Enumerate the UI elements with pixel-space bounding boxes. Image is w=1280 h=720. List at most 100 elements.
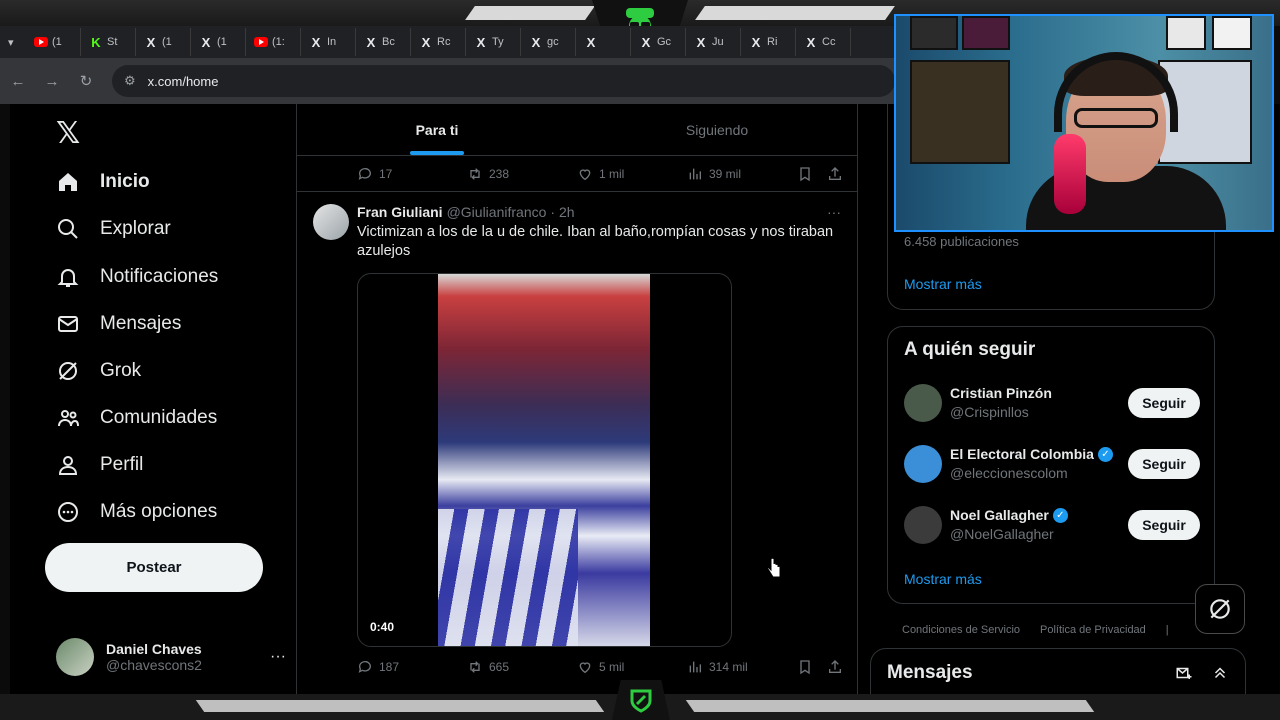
- browser-tab[interactable]: (1:: [246, 28, 301, 56]
- privacy-link[interactable]: Política de Privacidad: [1040, 624, 1146, 636]
- browser-tab-label: gc: [547, 36, 559, 48]
- like-button[interactable]: 1 mil: [577, 166, 687, 182]
- tweet-author-avatar[interactable]: [313, 204, 349, 240]
- browser-tab-label: St: [107, 36, 118, 48]
- bookmark-icon[interactable]: [797, 166, 813, 182]
- reply-icon: [358, 167, 371, 180]
- views-button[interactable]: 39 mil: [687, 166, 797, 182]
- sidebar-item-mensajes[interactable]: Mensajes: [56, 312, 181, 336]
- show-more-link[interactable]: Mostrar más: [904, 571, 982, 587]
- avatar[interactable]: [904, 445, 942, 483]
- browser-tab[interactable]: X Rc: [411, 28, 466, 56]
- browser-tab[interactable]: (1: [26, 28, 81, 56]
- x-logo-icon[interactable]: 𝕏: [56, 116, 80, 151]
- bell-icon: [56, 265, 80, 289]
- follow-button[interactable]: Seguir: [1128, 388, 1200, 418]
- browser-tab[interactable]: X Cc: [796, 28, 851, 56]
- repost-button[interactable]: 238: [467, 166, 577, 182]
- reload-icon[interactable]: ↻: [78, 72, 94, 90]
- tweet-author-handle[interactable]: @Giulianifranco: [447, 204, 547, 220]
- account-switcher[interactable]: Daniel Chaves @chavescons2 ···: [56, 636, 286, 678]
- suggestion-name[interactable]: El Electoral Colombia: [950, 445, 1094, 464]
- sidebar-item-perfil[interactable]: Perfil: [56, 453, 143, 477]
- browser-tab[interactable]: X Ju: [686, 28, 741, 56]
- sidebar-item-label: Comunidades: [100, 407, 218, 428]
- reply-count: 187: [379, 660, 400, 674]
- like-count: 1 mil: [599, 166, 625, 181]
- reply-button[interactable]: 17: [357, 166, 467, 182]
- browser-tab[interactable]: X Ri: [741, 28, 796, 56]
- x-logo-icon: X: [146, 34, 156, 50]
- tweet-time[interactable]: · 2h: [550, 204, 574, 220]
- video-frame: [438, 274, 650, 646]
- suggestion-name[interactable]: Noel Gallagher: [950, 506, 1049, 525]
- tweet-more-icon[interactable]: ···: [827, 204, 841, 220]
- browser-tab[interactable]: X Gc: [631, 28, 686, 56]
- back-arrow-icon[interactable]: ←: [10, 73, 26, 90]
- heart-icon: [579, 168, 591, 180]
- views-button[interactable]: 314 mil: [687, 659, 797, 675]
- sidebar-item-explorar[interactable]: Explorar: [56, 217, 171, 241]
- x-logo-icon: X: [366, 34, 376, 50]
- browser-tab[interactable]: X Bc: [356, 28, 411, 56]
- browser-tab[interactable]: X In: [301, 28, 356, 56]
- repost-count: 238: [489, 166, 510, 181]
- sidebar-item-inicio[interactable]: Inicio: [56, 170, 150, 194]
- address-bar[interactable]: ⚙ x.com/home: [112, 65, 895, 97]
- bookmark-icon[interactable]: [797, 659, 813, 675]
- x-logo-icon: X: [586, 34, 596, 50]
- browser-tab[interactable]: X (1: [191, 28, 246, 56]
- avatar[interactable]: [904, 506, 942, 544]
- previous-tweet-actions: 17 238 1 mil 39 mil: [297, 156, 857, 192]
- who-to-follow-card: A quién seguir Cristian Pinzón @Crispinll…: [887, 326, 1215, 604]
- follow-suggestion[interactable]: Cristian Pinzón @Crispinllos Seguir: [904, 381, 1200, 425]
- reply-count: 17: [379, 166, 393, 181]
- sidebar-item-comunidades[interactable]: Comunidades: [56, 406, 217, 430]
- like-button[interactable]: 5 mil: [577, 659, 687, 675]
- sidebar-item-mas[interactable]: Más opciones: [56, 500, 217, 524]
- expand-chevron-icon[interactable]: [1211, 664, 1229, 682]
- timeline-tabs: Para ti Siguiendo: [297, 104, 857, 156]
- show-more-link[interactable]: Mostrar más: [904, 276, 982, 292]
- forward-arrow-icon[interactable]: →: [44, 73, 60, 90]
- grok-floating-button[interactable]: [1195, 584, 1245, 634]
- browser-tab[interactable]: K St: [81, 28, 136, 56]
- views-count: 314 mil: [709, 660, 748, 674]
- browser-tab[interactable]: X Ty: [466, 28, 521, 56]
- follow-button[interactable]: Seguir: [1128, 510, 1200, 540]
- sidebar-item-notificaciones[interactable]: Notificaciones: [56, 265, 218, 289]
- reply-button[interactable]: 187: [357, 659, 467, 675]
- repost-icon: [470, 661, 480, 673]
- new-message-icon[interactable]: [1175, 664, 1193, 682]
- repost-icon: [470, 167, 480, 180]
- tab-list-chevron-icon[interactable]: ▾: [8, 36, 26, 49]
- browser-tab-label: Rc: [437, 36, 451, 48]
- site-settings-icon[interactable]: ⚙: [124, 73, 136, 89]
- share-icon[interactable]: [827, 659, 843, 675]
- glasses: [1074, 108, 1158, 128]
- post-button[interactable]: Postear: [45, 543, 263, 592]
- repost-button[interactable]: 665: [467, 659, 577, 675]
- tab-siguiendo[interactable]: Siguiendo: [577, 104, 857, 155]
- more-circle-icon: [56, 500, 80, 524]
- share-icon[interactable]: [827, 166, 843, 182]
- tab-para-ti[interactable]: Para ti: [297, 104, 577, 155]
- browser-tab[interactable]: X: [576, 28, 631, 56]
- avatar: [56, 638, 94, 676]
- browser-tab[interactable]: Xgc: [521, 28, 576, 56]
- avatar[interactable]: [904, 384, 942, 422]
- browser-tab[interactable]: X (1: [136, 28, 191, 56]
- browser-tab-label: In: [327, 36, 337, 48]
- follow-button[interactable]: Seguir: [1128, 449, 1200, 479]
- tweet-video[interactable]: 0:40: [357, 273, 732, 647]
- x-logo-icon: X: [751, 34, 761, 50]
- tweet-author-name[interactable]: Fran Giuliani: [357, 204, 443, 220]
- terms-link[interactable]: Condiciones de Servicio: [902, 624, 1020, 636]
- sidebar-item-grok[interactable]: Grok: [56, 359, 141, 383]
- more-dots-icon[interactable]: ···: [270, 648, 286, 666]
- follow-suggestion[interactable]: Noel Gallagher ✓ @NoelGallagher Seguir: [904, 503, 1200, 547]
- follow-suggestion[interactable]: El Electoral Colombia ✓ @eleccionescolom Se…: [904, 442, 1200, 486]
- sidebar-item-label: Mensajes: [100, 313, 182, 334]
- messages-drawer[interactable]: Mensajes: [870, 648, 1246, 698]
- suggestion-name[interactable]: Cristian Pinzón: [950, 384, 1052, 403]
